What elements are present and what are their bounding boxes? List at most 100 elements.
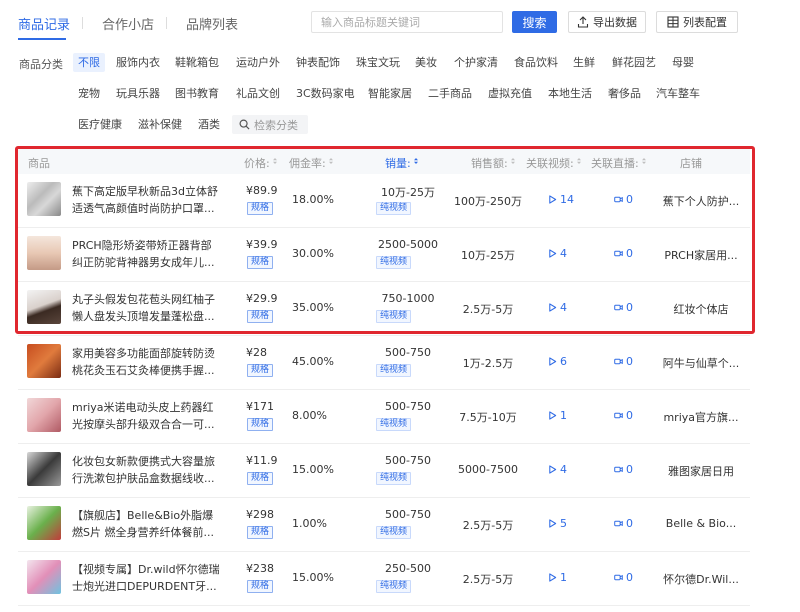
related-live-link[interactable]: 0 xyxy=(614,355,654,368)
tab-partner-shops[interactable]: 合作小店 xyxy=(102,14,154,33)
spec-badge[interactable]: 规格 xyxy=(247,202,274,215)
category-chip[interactable]: 母婴 xyxy=(667,53,699,72)
sort-icon[interactable] xyxy=(328,157,334,165)
header-videos[interactable]: 关联视频: xyxy=(526,155,574,171)
spec-badge[interactable]: 规格 xyxy=(247,256,274,269)
table-row[interactable]: mriya米诺电动头皮上药器红 光按摩头部升级双合合一可... ¥171 规格 8.00… xyxy=(18,390,750,444)
table-row[interactable]: 【视频专属】Dr.wild怀尔德瑞 士炮光进口DEPURDENT牙... ¥238 规… xyxy=(18,552,750,606)
related-videos-link[interactable]: 1 xyxy=(548,409,588,422)
related-live-link[interactable]: 0 xyxy=(614,571,654,584)
spec-badge[interactable]: 规格 xyxy=(247,364,274,377)
category-chip[interactable]: 食品饮料 xyxy=(509,53,563,72)
shop-name-link[interactable]: 阿牛与仙草个... xyxy=(656,355,746,371)
category-chip[interactable]: 美妆 xyxy=(410,53,442,72)
table-row[interactable]: PRCH隐形矫姿带矫正器背部 纠正防驼背神器男女成年儿... ¥39.9 规格 30.0… xyxy=(18,228,750,282)
related-videos-link[interactable]: 4 xyxy=(548,301,588,314)
header-live[interactable]: 关联直播: xyxy=(591,155,639,171)
category-chip[interactable]: 智能家居 xyxy=(363,84,417,103)
category-chip[interactable]: 个护家清 xyxy=(449,53,503,72)
header-amount[interactable]: 销售额: xyxy=(471,155,508,171)
spec-badge[interactable]: 规格 xyxy=(247,472,274,485)
related-videos-link[interactable]: 1 xyxy=(548,571,588,584)
category-chip[interactable]: 奢侈品 xyxy=(603,84,646,103)
sort-icon[interactable] xyxy=(641,157,647,165)
search-button[interactable]: 搜索 xyxy=(512,11,557,33)
related-videos-link[interactable]: 14 xyxy=(548,193,588,206)
sort-icon[interactable] xyxy=(413,157,419,165)
product-search-input[interactable] xyxy=(311,11,503,33)
spec-badge[interactable]: 规格 xyxy=(247,418,274,431)
product-thumbnail[interactable] xyxy=(27,236,61,270)
spec-badge[interactable]: 规格 xyxy=(247,526,274,539)
related-live-link[interactable]: 0 xyxy=(614,247,654,260)
product-thumbnail[interactable] xyxy=(27,506,61,540)
sort-icon[interactable] xyxy=(510,157,516,165)
product-title[interactable]: 【视频专属】Dr.wild怀尔德瑞 士炮光进口DEPURDENT牙... xyxy=(72,561,222,595)
category-chip[interactable]: 汽车整车 xyxy=(651,84,705,103)
shop-name-link[interactable]: 雅图家居日用 xyxy=(656,463,746,479)
category-chip[interactable]: 二手商品 xyxy=(423,84,477,103)
category-chip-all[interactable]: 不限 xyxy=(73,53,105,72)
category-chip[interactable]: 本地生活 xyxy=(543,84,597,103)
header-sales[interactable]: 销量: xyxy=(385,155,411,171)
related-videos-link[interactable]: 6 xyxy=(548,355,588,368)
related-videos-link[interactable]: 4 xyxy=(548,247,588,260)
product-title[interactable]: 化妆包女新款便携式大容量旅 行洗漱包护肤品盒数据线收... xyxy=(72,453,222,487)
category-chip[interactable]: 虚拟充值 xyxy=(483,84,537,103)
header-price[interactable]: 价格: xyxy=(244,155,270,171)
product-title[interactable]: 蕉下高定版早秋新品3d立体舒 适透气高颜值时尚防护口罩... xyxy=(72,183,222,217)
product-title[interactable]: PRCH隐形矫姿带矫正器背部 纠正防驼背神器男女成年儿... xyxy=(72,237,222,271)
category-chip[interactable]: 鞋靴箱包 xyxy=(170,53,224,72)
category-chip[interactable]: 滋补保健 xyxy=(133,115,187,134)
category-chip[interactable]: 服饰内衣 xyxy=(111,53,165,72)
category-chip[interactable]: 图书教育 xyxy=(170,84,224,103)
category-chip[interactable]: 医疗健康 xyxy=(73,115,127,134)
category-chip[interactable]: 鲜花园艺 xyxy=(607,53,661,72)
table-row[interactable]: 【旗舰店】Belle&Bio外脂爆 燃S片 燃全身营养纤体餐前... ¥298 规格 1… xyxy=(18,498,750,552)
shop-name-link[interactable]: PRCH家居用... xyxy=(656,247,746,263)
export-data-button[interactable]: 导出数据 xyxy=(568,11,646,33)
product-title[interactable]: 【旗舰店】Belle&Bio外脂爆 燃S片 燃全身营养纤体餐前... xyxy=(72,507,222,541)
shop-name-link[interactable]: 蕉下个人防护... xyxy=(656,193,746,209)
table-row[interactable]: 丸子头假发包花苞头网红柚子 懒人盘发头顶增发量蓬松盘... ¥29.9 规格 35.00… xyxy=(18,282,750,336)
related-live-link[interactable]: 0 xyxy=(614,517,654,530)
related-live-link[interactable]: 0 xyxy=(614,463,654,476)
category-chip[interactable]: 珠宝文玩 xyxy=(351,53,405,72)
category-chip[interactable]: 运动户外 xyxy=(231,53,285,72)
tab-product-records[interactable]: 商品记录 xyxy=(18,14,70,33)
category-chip[interactable]: 钟表配饰 xyxy=(291,53,345,72)
category-chip[interactable]: 酒类 xyxy=(193,115,225,134)
category-chip[interactable]: 3C数码家电 xyxy=(291,84,360,103)
tab-brand-list[interactable]: 品牌列表 xyxy=(186,14,238,33)
related-live-link[interactable]: 0 xyxy=(614,193,654,206)
product-title[interactable]: mriya米诺电动头皮上药器红 光按摩头部升级双合合一可... xyxy=(72,399,222,433)
product-title[interactable]: 丸子头假发包花苞头网红柚子 懒人盘发头顶增发量蓬松盘... xyxy=(72,291,222,325)
sort-icon[interactable] xyxy=(272,157,278,165)
table-row[interactable]: 家用美容多功能面部旋转防烫 桃花灸玉石艾灸棒便携手握... ¥28 规格 45.00% 5… xyxy=(18,336,750,390)
related-videos-link[interactable]: 5 xyxy=(548,517,588,530)
category-chip[interactable]: 生鲜 xyxy=(568,53,600,72)
related-videos-link[interactable]: 4 xyxy=(548,463,588,476)
header-commission[interactable]: 佣金率: xyxy=(289,155,326,171)
product-thumbnail[interactable] xyxy=(27,398,61,432)
product-thumbnail[interactable] xyxy=(27,344,61,378)
table-row[interactable]: 化妆包女新款便携式大容量旅 行洗漱包护肤品盒数据线收... ¥11.9 规格 15.00… xyxy=(18,444,750,498)
related-live-link[interactable]: 0 xyxy=(614,409,654,422)
sort-icon[interactable] xyxy=(576,157,582,165)
category-chip[interactable]: 礼品文创 xyxy=(231,84,285,103)
product-thumbnail[interactable] xyxy=(27,182,61,216)
product-thumbnail[interactable] xyxy=(27,560,61,594)
product-title[interactable]: 家用美容多功能面部旋转防烫 桃花灸玉石艾灸棒便携手握... xyxy=(72,345,222,379)
table-row[interactable]: 蕉下高定版早秋新品3d立体舒 适透气高颜值时尚防护口罩... ¥89.9 规格 18.0… xyxy=(18,174,750,228)
category-chip[interactable]: 玩具乐器 xyxy=(111,84,165,103)
shop-name-link[interactable]: mriya官方旗... xyxy=(656,409,746,425)
spec-badge[interactable]: 规格 xyxy=(247,580,274,593)
list-config-button[interactable]: 列表配置 xyxy=(656,11,738,33)
related-live-link[interactable]: 0 xyxy=(614,301,654,314)
shop-name-link[interactable]: Belle & Bio... xyxy=(656,517,746,530)
product-thumbnail[interactable] xyxy=(27,290,61,324)
category-search[interactable]: 检索分类 xyxy=(232,115,308,134)
category-chip[interactable]: 宠物 xyxy=(73,84,105,103)
shop-name-link[interactable]: 怀尔德Dr.Wil... xyxy=(656,571,746,587)
product-thumbnail[interactable] xyxy=(27,452,61,486)
